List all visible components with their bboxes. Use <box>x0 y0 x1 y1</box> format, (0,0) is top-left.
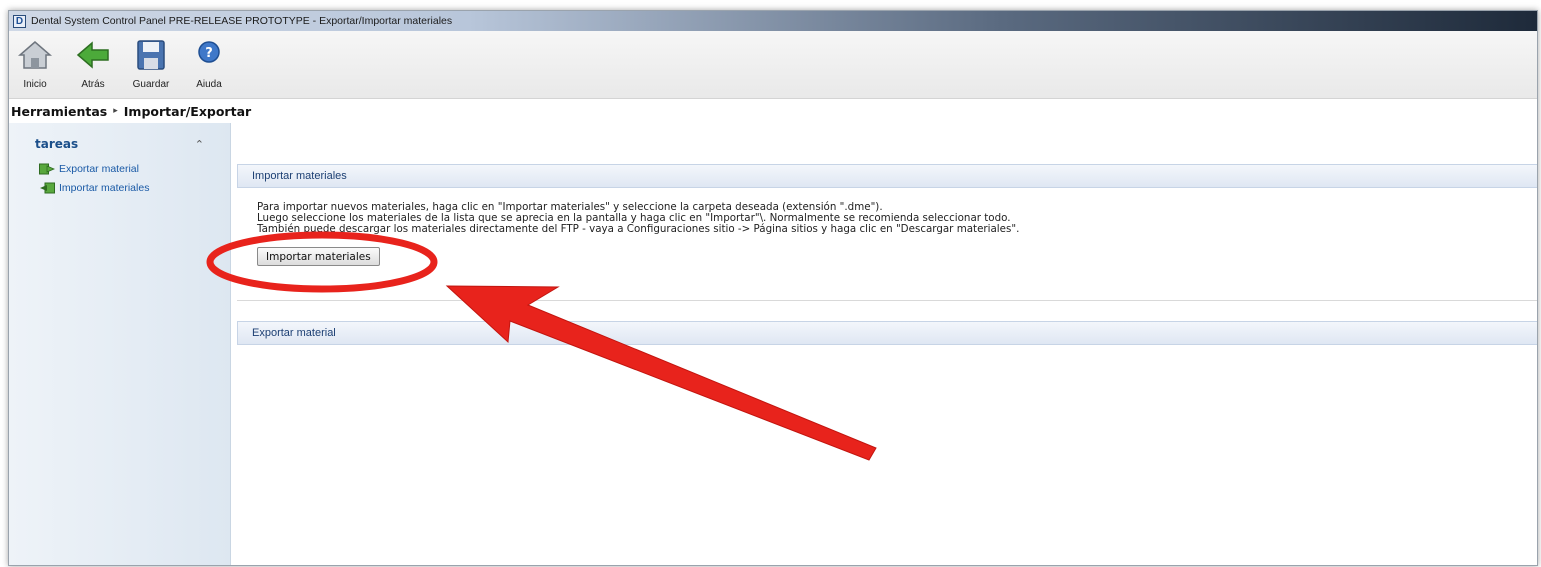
breadcrumb-current: Importar/Exportar <box>123 103 252 119</box>
task-sidebar: tareas ⌃ Exportar material Importar mate… <box>9 123 231 565</box>
export-section: Exportar material <box>237 321 1537 345</box>
save-button[interactable]: Guardar <box>129 37 173 90</box>
main-panel: Importar materiales Para importar nuevos… <box>237 123 1537 565</box>
sidebar-header: tareas ⌃ <box>9 123 230 151</box>
import-materials-button[interactable]: Importar materiales <box>257 247 380 266</box>
collapse-chevron-icon[interactable]: ⌃ <box>195 138 204 151</box>
breadcrumb-separator-icon: ▸ <box>113 106 118 116</box>
import-section-header[interactable]: Importar materiales <box>237 164 1537 188</box>
back-button[interactable]: Atrás <box>71 37 115 90</box>
breadcrumb-parent[interactable]: Herramientas <box>11 104 107 119</box>
home-icon <box>17 41 53 69</box>
sidebar-item-label: Importar materiales <box>59 181 150 194</box>
sidebar-title: tareas <box>35 137 79 151</box>
import-instruction-line: También puede descargar los materiales d… <box>257 223 1020 235</box>
save-label: Guardar <box>132 79 170 90</box>
export-section-header[interactable]: Exportar material <box>237 321 1537 345</box>
sidebar-item-importar[interactable]: Importar materiales <box>39 178 230 197</box>
import-icon <box>40 182 55 193</box>
help-label: Aiuda <box>196 79 222 90</box>
title-bar: D Dental System Control Panel PRE-RELEAS… <box>9 11 1537 31</box>
import-section: Importar materiales Para importar nuevos… <box>237 164 1537 301</box>
back-label: Atrás <box>81 79 105 90</box>
window-title: Dental System Control Panel PRE-RELEASE … <box>31 15 453 27</box>
content-area: tareas ⌃ Exportar material Importar mate… <box>9 123 1537 565</box>
home-label: Inicio <box>23 79 47 90</box>
sidebar-item-label: Exportar material <box>59 162 139 175</box>
export-icon <box>39 163 55 174</box>
save-disk-icon <box>137 40 165 70</box>
app-logo-icon: D <box>13 14 26 28</box>
help-button[interactable]: ? Aiuda <box>187 37 231 90</box>
home-button[interactable]: Inicio <box>13 37 57 90</box>
toolbar: Inicio Atrás Guardar ? Aiuda <box>9 31 1537 99</box>
sidebar-item-exportar[interactable]: Exportar material <box>39 159 230 178</box>
app-window: D Dental System Control Panel PRE-RELEAS… <box>8 10 1538 566</box>
back-arrow-icon <box>76 41 109 69</box>
help-icon: ? <box>198 41 220 63</box>
svg-text:?: ? <box>205 46 213 61</box>
sidebar-list: Exportar material Importar materiales <box>9 159 230 197</box>
breadcrumb: Herramientas ▸ Importar/Exportar <box>9 99 1537 123</box>
import-section-body: Para importar nuevos materiales, haga cl… <box>237 188 1537 301</box>
